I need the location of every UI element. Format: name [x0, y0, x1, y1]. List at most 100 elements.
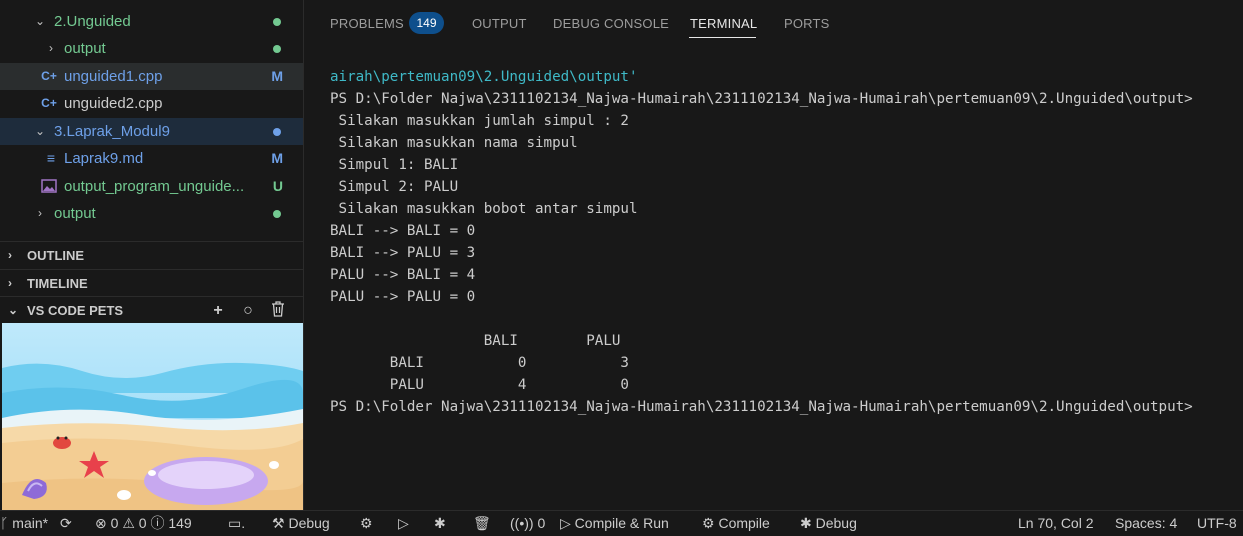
- tree-label: unguided2.cpp: [64, 95, 163, 112]
- run-icon[interactable]: ▷: [398, 511, 409, 536]
- tree-folder-2-unguided[interactable]: ⌄ 2.Unguided: [0, 8, 303, 35]
- tree-label: Laprak9.md: [64, 150, 144, 167]
- terminal-line: Simpul 1: BALI: [330, 157, 459, 173]
- terminal-line: BALI PALU: [330, 333, 621, 349]
- git-branch-item[interactable]: ᚴ main*: [0, 511, 48, 536]
- tab-problems[interactable]: PROBLEMS: [330, 16, 404, 31]
- warning-icon: ⚠: [122, 515, 135, 531]
- crab-pet[interactable]: [53, 437, 71, 449]
- git-status-badge: M: [271, 68, 283, 84]
- gear-icon[interactable]: ⚙: [360, 511, 373, 536]
- trash-icon[interactable]: 🗑: [473, 511, 491, 536]
- terminal-line: PS D:\Folder Najwa\2311102134_Najwa-Huma…: [330, 91, 1202, 107]
- terminal-line: BALI 0 3: [330, 355, 629, 371]
- bug-icon: ✱: [800, 515, 812, 531]
- git-status-dot: [273, 45, 281, 53]
- chevron-right-icon: ›: [8, 248, 12, 262]
- trash-icon[interactable]: [263, 297, 293, 324]
- chevron-right-icon: ›: [38, 206, 42, 220]
- tree-folder-3-laprak-modul9[interactable]: ⌄ 3.Laprak_Modul9: [0, 118, 303, 145]
- tab-debug-console[interactable]: DEBUG CONSOLE: [553, 16, 669, 31]
- timeline-section-header[interactable]: › TIMELINE: [0, 269, 303, 297]
- tree-label: 2.Unguided: [54, 13, 131, 30]
- outline-label: OUTLINE: [27, 248, 85, 263]
- compile-run-label: Compile & Run: [574, 515, 669, 531]
- indentation-setting[interactable]: Spaces: 4: [1115, 511, 1177, 536]
- infos-count: 149: [168, 515, 192, 531]
- compile-item[interactable]: ⚙ Compile: [702, 511, 770, 536]
- timeline-label: TIMELINE: [27, 276, 88, 291]
- terminal-line: PALU --> PALU = 0: [330, 289, 476, 305]
- bug-icon[interactable]: ✱: [434, 511, 446, 536]
- tree-file-laprak9-md[interactable]: ≡ Laprak9.md M: [0, 145, 303, 172]
- pets-section-header[interactable]: ⌄ VS CODE PETS + ○: [0, 296, 303, 324]
- git-status-badge: M: [271, 150, 283, 166]
- tools-icon: ⚒: [272, 515, 285, 531]
- git-branch-icon: ᚴ: [0, 515, 9, 531]
- branch-label: main*: [12, 515, 49, 531]
- chevron-down-icon: ⌄: [34, 124, 46, 138]
- tree-folder-output-2[interactable]: › output: [0, 200, 303, 227]
- chevron-down-icon: ⌄: [34, 14, 46, 28]
- bottom-panel: PROBLEMS 149 OUTPUT DEBUG CONSOLE TERMIN…: [304, 0, 1243, 510]
- chevron-right-icon: ›: [8, 276, 12, 290]
- sync-icon[interactable]: ⟳: [60, 511, 72, 536]
- git-status-badge: U: [272, 178, 283, 194]
- info-icon: ⓘ: [150, 515, 165, 531]
- terminal-output[interactable]: airah\pertemuan09\2.Unguided\output' PS D…: [330, 66, 1201, 418]
- markdown-file-icon: ≡: [46, 150, 56, 166]
- gear-icon: ⚙: [702, 515, 715, 531]
- compile-run-item[interactable]: ▷ Compile & Run: [560, 511, 669, 536]
- tab-output[interactable]: OUTPUT: [472, 16, 527, 31]
- add-pet-icon[interactable]: +: [203, 297, 233, 324]
- throw-ball-icon[interactable]: ○: [233, 297, 263, 324]
- folder-settings-icon[interactable]: ▭.: [228, 511, 245, 536]
- status-bar: ᚴ main* ⟳ ⊗ 0 ⚠ 0 ⓘ 149 ▭. ⚒ Debug ⚙ ▷ ✱…: [0, 510, 1243, 536]
- tree-label: output: [54, 205, 96, 222]
- pets-beach-scene: [2, 323, 303, 510]
- ports-status-item[interactable]: ((•)) 0: [510, 511, 545, 536]
- beach-illustration: [2, 323, 303, 510]
- terminal-line: Silakan masukkan bobot antar simpul: [330, 201, 638, 217]
- tree-folder-output[interactable]: › output: [0, 35, 303, 62]
- terminal-line: PS D:\Folder Najwa\2311102134_Najwa-Huma…: [330, 399, 1202, 415]
- debug-status-item[interactable]: ⚒ Debug: [272, 511, 330, 536]
- tree-label: unguided1.cpp: [64, 68, 163, 85]
- cpp-file-icon: C+: [41, 69, 57, 83]
- outline-section-header[interactable]: › OUTLINE: [0, 241, 303, 269]
- play-icon: ▷: [560, 515, 571, 531]
- tree-label: output: [64, 40, 106, 57]
- chevron-down-icon: ⌄: [8, 303, 19, 317]
- pets-actions: + ○: [203, 297, 293, 324]
- error-icon: ⊗: [95, 515, 107, 531]
- image-file-icon: [41, 173, 57, 200]
- tree-label: 3.Laprak_Modul9: [54, 123, 170, 140]
- git-status-dot: [273, 128, 281, 136]
- warnings-count: 0: [138, 515, 147, 531]
- errors-count: 0: [110, 515, 119, 531]
- tree-file-unguided1-cpp[interactable]: C+ unguided1.cpp M: [0, 63, 303, 90]
- encoding-setting[interactable]: UTF-8: [1197, 511, 1237, 536]
- cursor-position[interactable]: Ln 70, Col 2: [1018, 511, 1094, 536]
- terminal-line: BALI --> PALU = 3: [330, 245, 476, 261]
- debug-run-item[interactable]: ✱ Debug: [800, 511, 857, 536]
- chevron-right-icon: ›: [49, 41, 53, 55]
- terminal-line: Silakan masukkan jumlah simpul : 2: [330, 113, 629, 129]
- debug2-label: Debug: [815, 515, 857, 531]
- tree-file-unguided2-cpp[interactable]: C+ unguided2.cpp: [0, 90, 303, 117]
- cpp-file-icon: C+: [41, 96, 57, 110]
- tab-terminal[interactable]: TERMINAL: [690, 16, 757, 31]
- debug-label: Debug: [288, 515, 330, 531]
- pets-label: VS CODE PETS: [27, 303, 124, 318]
- compile-label: Compile: [718, 515, 770, 531]
- terminal-line: PALU 4 0: [330, 377, 629, 393]
- tab-ports[interactable]: PORTS: [784, 16, 830, 31]
- ports-count: 0: [537, 515, 546, 531]
- tree-label: output_program_unguide...: [64, 178, 245, 195]
- problems-status-item[interactable]: ⊗ 0 ⚠ 0 ⓘ 149: [95, 511, 192, 536]
- tree-file-output-program-image[interactable]: output_program_unguide... U: [0, 173, 303, 200]
- problems-count-badge: 149: [409, 12, 444, 34]
- git-status-dot: [273, 18, 281, 26]
- terminal-line: PALU --> BALI = 4: [330, 267, 476, 283]
